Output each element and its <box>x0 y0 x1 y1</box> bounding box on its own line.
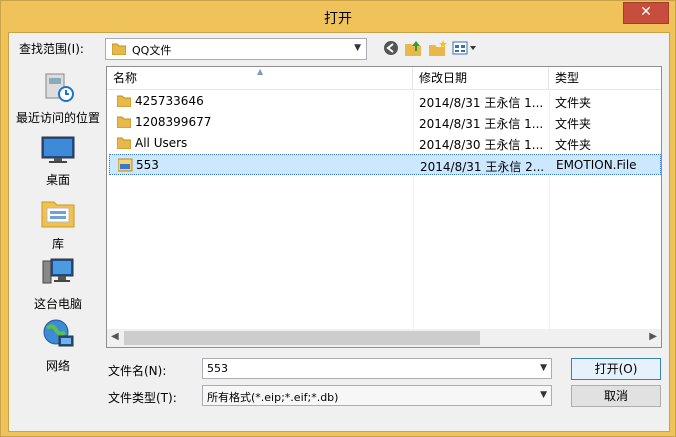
network-icon <box>12 318 104 353</box>
filetype-label: 文件类型(T): <box>108 391 177 405</box>
filename-value: 553 <box>207 362 228 375</box>
file-icon <box>117 158 133 175</box>
filename-label: 文件名(N): <box>108 364 167 378</box>
folder-icon <box>116 136 132 152</box>
list-item[interactable]: 1208399677 2014/8/31 王永信 1... 文件夹 <box>109 112 661 133</box>
sort-up-icon: ▲ <box>257 67 264 76</box>
chevron-down-icon: ▼ <box>354 43 361 53</box>
place-computer[interactable]: 这台电脑 <box>12 256 104 312</box>
desktop-icon <box>12 136 104 167</box>
cancel-button[interactable]: 取消 <box>571 385 661 407</box>
place-libraries[interactable]: 库 <box>12 196 104 252</box>
place-label: 这台电脑 <box>33 297 82 311</box>
place-network[interactable]: 网络 <box>12 318 104 374</box>
column-header-label: 名称 <box>113 71 138 85</box>
item-date: 2014/8/31 王永信 1... <box>419 96 544 110</box>
computer-icon <box>12 256 104 291</box>
libraries-icon <box>12 196 104 231</box>
place-label: 最近访问的位置 <box>15 111 100 125</box>
place-desktop[interactable]: 桌面 <box>12 136 104 188</box>
column-header-label: 修改日期 <box>419 71 468 85</box>
places-bar: 最近访问的位置 桌面 库 这台电脑 网络 <box>12 66 102 386</box>
chevron-down-icon[interactable]: ▼ <box>540 390 547 400</box>
filename-combobox[interactable]: 553 ▼ <box>202 358 552 379</box>
filetype-select[interactable]: 所有格式(*.eip;*.eif;*.db) ▼ <box>202 385 552 406</box>
item-name: 553 <box>136 158 159 172</box>
item-type: 文件夹 <box>555 138 592 152</box>
column-header-label: 类型 <box>555 71 580 85</box>
scroll-right-icon[interactable]: ▶ <box>649 331 657 342</box>
horizontal-scrollbar[interactable]: ◀ ▶ <box>107 329 661 347</box>
file-list[interactable]: 名称 ▲ 修改日期 类型 425733646 2014/8/31 王永信 1..… <box>106 66 662 348</box>
place-label: 库 <box>51 237 64 251</box>
filetype-value: 所有格式(*.eip;*.eif;*.db) <box>207 391 339 404</box>
recent-places-icon <box>12 72 104 105</box>
column-header-date[interactable]: 修改日期 <box>413 67 549 89</box>
column-header-type[interactable]: 类型 <box>549 67 661 89</box>
item-name: 425733646 <box>135 94 204 108</box>
up-folder-icon[interactable] <box>404 40 424 58</box>
views-menu-icon[interactable] <box>452 40 478 58</box>
title-bar[interactable]: 打开 ✕ <box>1 1 675 33</box>
new-folder-icon[interactable] <box>428 40 448 58</box>
back-icon[interactable] <box>381 40 401 58</box>
item-name: All Users <box>135 136 188 150</box>
open-button[interactable]: 打开(O) <box>571 358 661 380</box>
scroll-thumb[interactable] <box>124 331 480 345</box>
lookin-value: QQ文件 <box>132 44 172 57</box>
column-header-name[interactable]: 名称 ▲ <box>107 67 413 89</box>
item-type: 文件夹 <box>555 96 592 110</box>
header-divider <box>107 89 661 90</box>
close-button[interactable]: ✕ <box>623 2 669 24</box>
item-date: 2014/8/30 王永信 1... <box>419 138 544 152</box>
folder-icon <box>116 94 132 110</box>
lookin-label: 查找范围(I): <box>19 42 84 56</box>
place-label: 网络 <box>45 359 70 373</box>
list-item[interactable]: All Users 2014/8/30 王永信 1... 文件夹 <box>109 133 661 154</box>
chevron-down-icon[interactable]: ▼ <box>540 363 547 373</box>
list-item-selected[interactable]: 553 2014/8/31 王永信 2... EMOTION.File <box>109 154 661 175</box>
scroll-left-icon[interactable]: ◀ <box>111 331 119 342</box>
item-date: 2014/8/31 王永信 1... <box>419 117 544 131</box>
place-label: 桌面 <box>45 173 70 187</box>
dialog-title: 打开 <box>324 11 352 27</box>
lookin-combobox[interactable]: QQ文件 ▼ <box>105 38 367 60</box>
item-type: 文件夹 <box>555 117 592 131</box>
item-date: 2014/8/31 王永信 2... <box>420 160 545 174</box>
folder-icon <box>116 115 132 131</box>
place-recent[interactable]: 最近访问的位置 <box>12 72 104 126</box>
list-item[interactable]: 425733646 2014/8/31 王永信 1... 文件夹 <box>109 91 661 112</box>
item-type: EMOTION.File <box>556 158 637 172</box>
folder-icon <box>111 42 127 58</box>
item-name: 1208399677 <box>135 115 212 129</box>
